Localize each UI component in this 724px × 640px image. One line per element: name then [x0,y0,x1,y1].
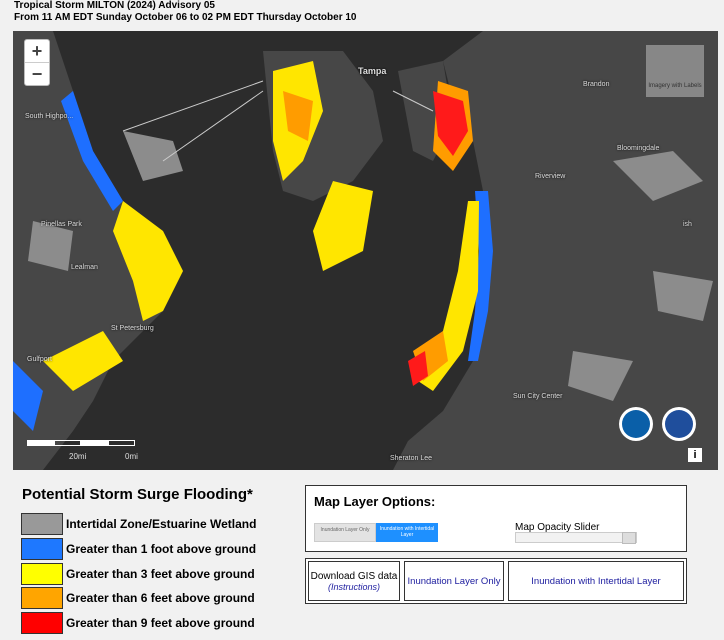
storm-surge-map[interactable]: + − Imagery with Labels Tampa Brandon Bl… [13,31,718,470]
place-label: Brandon [583,81,610,88]
legend-title: Potential Storm Surge Flooding* [22,486,253,503]
toggle-inundation-only[interactable]: Inundation Layer Only [314,523,376,542]
scale-label-left: 20mi [69,452,87,461]
legend-label: Intertidal Zone/Estuarine Wetland [66,517,257,531]
legend-label: Greater than 9 feet above ground [66,616,255,630]
download-gis-label: Download GIS data [310,570,398,582]
legend-swatch [21,612,63,634]
scale-label-right: 0mi [125,452,138,461]
toggle-inundation-intertidal[interactable]: Inundation with Intertidal Layer [376,523,438,542]
basemap-label: Imagery with Labels [648,83,702,89]
legend-swatch [21,538,63,560]
download-panel: Download GIS data (Instructions) Inundat… [305,558,687,604]
instructions-link[interactable]: (Instructions) [328,582,380,592]
legend-label: Greater than 6 feet above ground [66,591,255,605]
legend-swatch [21,513,63,535]
place-label: Bloomingdale [617,145,660,152]
place-label: Pinellas Park [41,221,82,228]
legend-swatch [21,563,63,585]
map-layer-options: Map Layer Options: Inundation Layer Only… [305,485,687,552]
advisory-time-range: From 11 AM EDT Sunday October 06 to 02 P… [14,12,357,23]
advisory-header: Tropical Storm MILTON (2024) Advisory 05… [14,0,357,24]
map-graphic [13,31,718,470]
basemap-toggle[interactable]: Imagery with Labels [646,45,704,97]
download-inundation-intertidal-link[interactable]: Inundation with Intertidal Layer [508,561,684,601]
zoom-out-button[interactable]: − [25,63,49,85]
opacity-slider[interactable] [515,532,637,544]
options-title: Map Layer Options: [314,494,436,509]
place-label: Tampa [358,66,387,76]
legend-label: Greater than 1 foot above ground [66,542,257,556]
legend-label: Greater than 3 feet above ground [66,567,255,581]
opacity-slider-thumb[interactable] [622,532,636,544]
place-label: Sun City Center [513,393,563,400]
place-label: Sheraton Lee [390,455,433,462]
place-label: St Petersburg [111,325,154,332]
place-label: ish [683,221,692,228]
download-inundation-only-link[interactable]: Inundation Layer Only [404,561,504,601]
download-gis-box: Download GIS data (Instructions) [308,561,400,601]
scale-bar [27,440,151,446]
place-label: South Highpo... [25,113,74,120]
zoom-in-button[interactable]: + [25,40,49,63]
place-label: Gulfport [27,356,52,363]
zoom-control: + − [24,39,50,86]
place-label: Lealman [71,264,98,271]
layer-toggle: Inundation Layer Only Inundation with In… [314,523,438,542]
legend-swatch [21,587,63,609]
place-label: Riverview [535,173,566,180]
advisory-title: Tropical Storm MILTON (2024) Advisory 05 [14,0,215,11]
info-button[interactable]: i [688,448,702,462]
